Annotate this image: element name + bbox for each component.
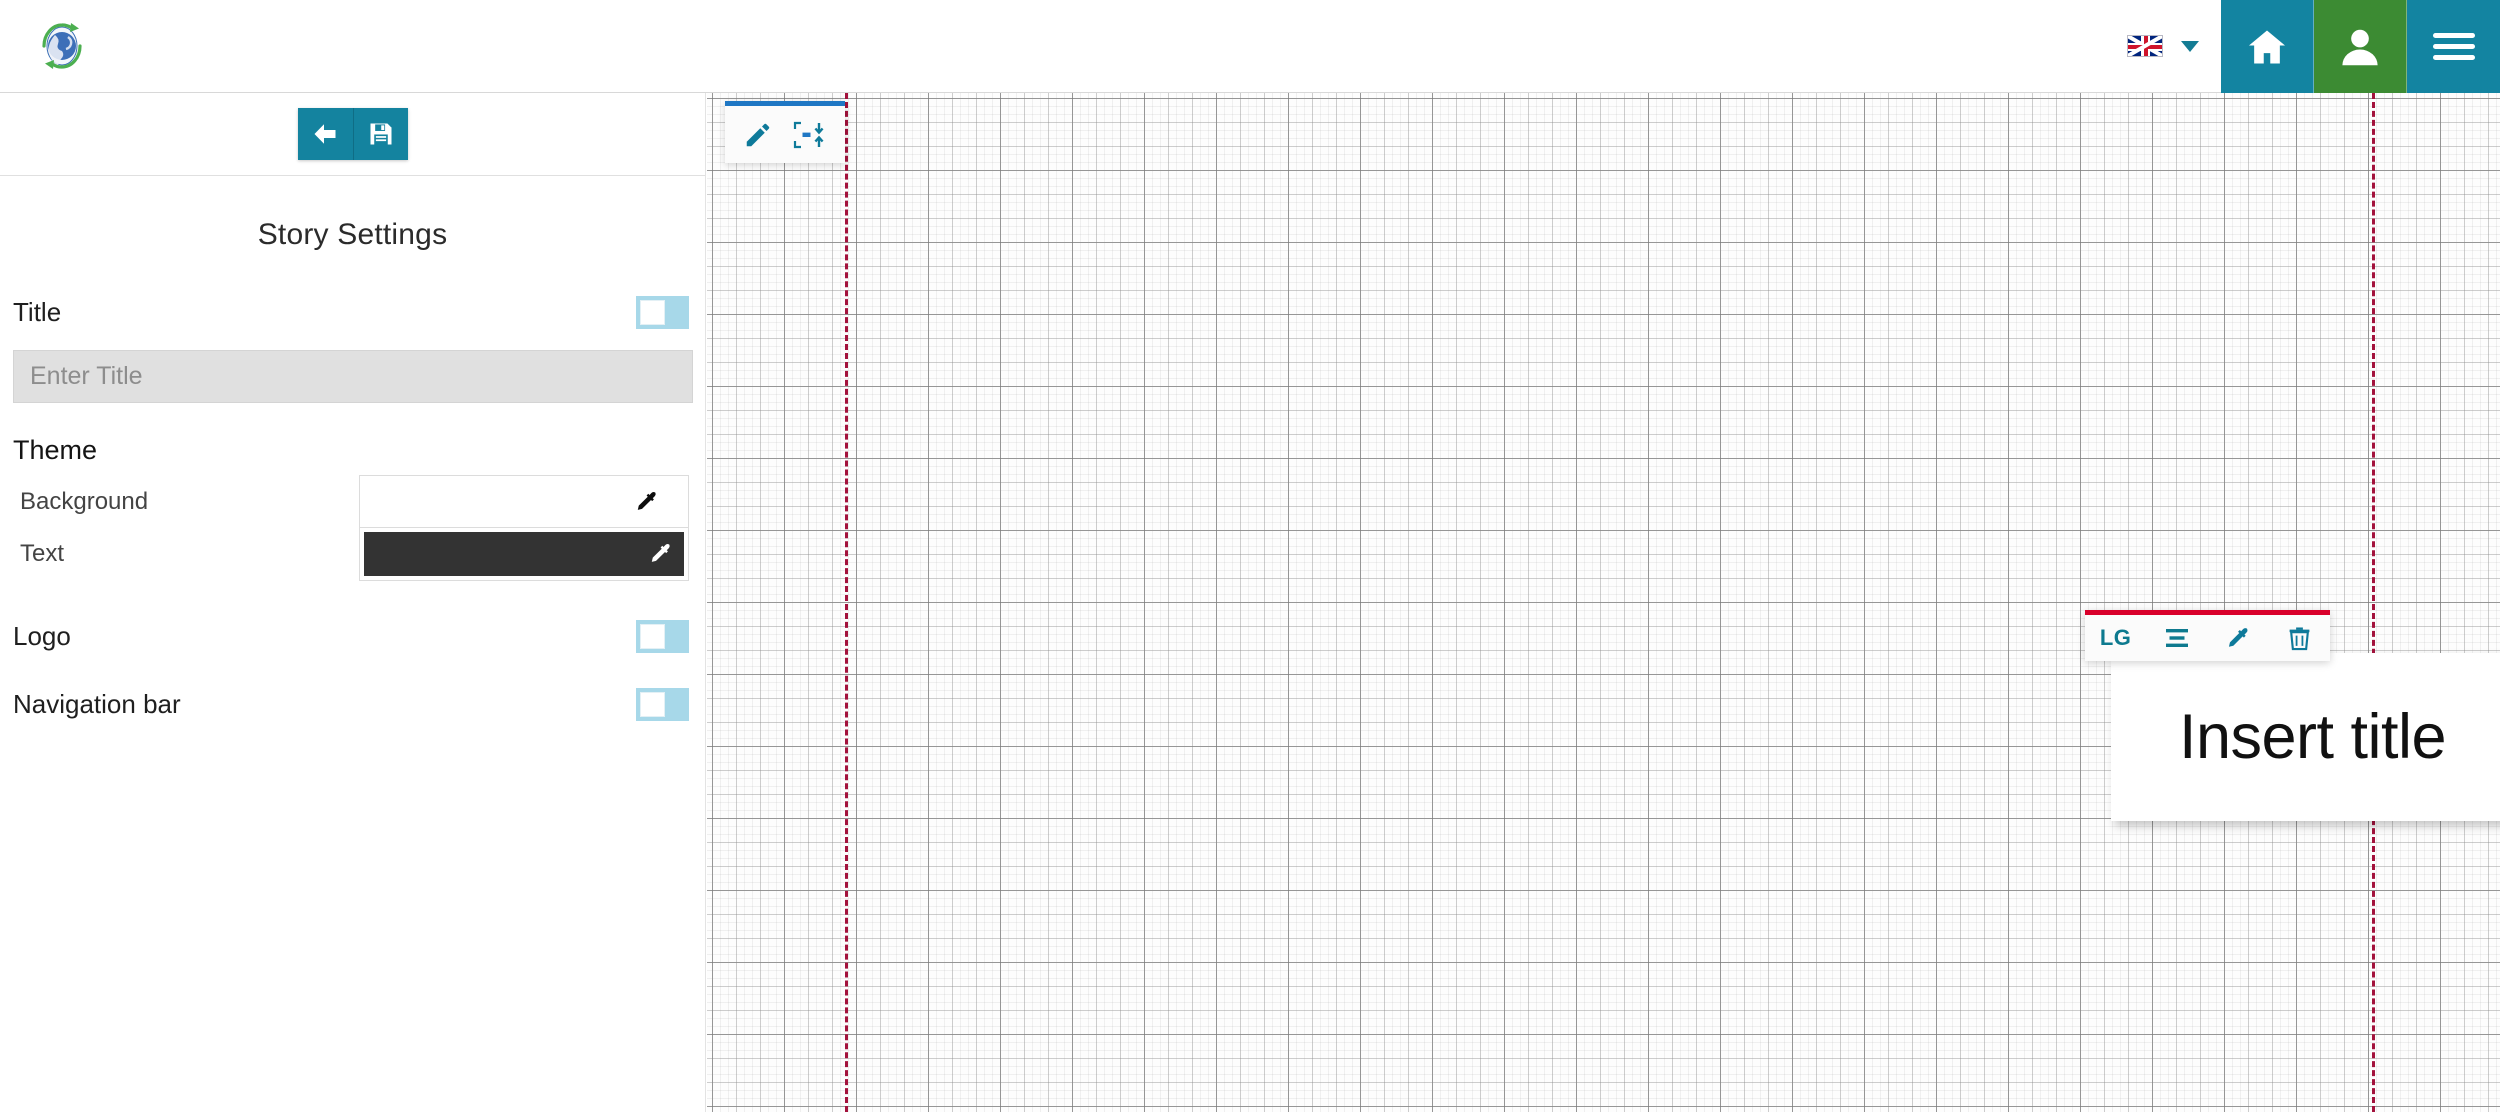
background-color-swatch[interactable] [359,475,689,529]
eyedropper-icon [2228,627,2248,647]
title-input[interactable] [13,350,693,403]
text-label: Text [20,540,65,567]
pencil-edit-icon [746,123,770,146]
navigation-bar-toggle[interactable] [636,687,689,721]
theme-heading: Theme [13,435,98,465]
title-element-text: Insert title [2178,702,2447,772]
toggle-knob [640,691,665,717]
trash-delete-icon [2289,626,2310,650]
logo-field-row: Logo [0,610,705,662]
element-color-button[interactable] [2214,616,2262,660]
story-editor-page: Story Settings Title Theme Background Te… [0,0,2500,1112]
align-center-icon [2165,629,2188,647]
globe-recycle-logo-icon [42,23,82,69]
text-color-fill [364,532,684,576]
canvas-toolbar [725,101,845,163]
story-canvas[interactable]: LG Insert title [707,93,2500,1112]
uk-flag-icon [2127,35,2163,57]
align-button[interactable] [2153,616,2201,660]
guide-line-right [2372,93,2375,1112]
fit-to-content-icon [793,121,824,148]
sidebar-toolbar [0,93,705,176]
back-button[interactable] [297,108,353,160]
navigation-bar-field-row: Navigation bar [0,678,705,730]
brand-logo[interactable] [0,0,110,92]
element-toolbar: LG [2085,610,2330,661]
background-label: Background [20,488,149,515]
floppy-disk-save-icon [370,123,391,145]
delete-element-button[interactable] [2275,616,2323,660]
menu-button[interactable] [2407,0,2500,93]
language-selector[interactable] [2117,0,2221,92]
fit-content-button[interactable] [793,120,827,150]
edit-slide-button[interactable] [743,120,773,150]
hamburger-menu-icon [2432,32,2475,60]
account-button[interactable] [2314,0,2407,93]
sidebar-button-group [297,108,408,160]
logo-label: Logo [13,620,71,651]
chevron-down-icon[interactable] [2181,40,2199,52]
home-button[interactable] [2221,0,2314,93]
text-color-row: Text [0,527,705,581]
story-settings-sidebar: Story Settings Title Theme Background Te… [0,93,706,1112]
title-field-row: Title [0,286,705,338]
eyedropper-icon [651,544,670,562]
title-text-element[interactable]: Insert title [2111,653,2500,821]
save-button[interactable] [352,108,408,160]
header-spacer [110,0,2117,92]
background-color-row: Background [0,475,705,529]
toggle-knob [640,299,665,325]
home-icon [2248,30,2286,63]
top-header [0,0,2500,93]
logo-toggle[interactable] [636,619,689,653]
text-color-swatch[interactable] [359,527,689,581]
navigation-bar-label: Navigation bar [13,688,181,719]
text-size-button[interactable]: LG [2092,616,2140,660]
person-icon [2342,29,2378,65]
arrow-left-icon [314,124,336,144]
title-label: Title [13,296,62,327]
guide-line-left [845,93,848,1112]
toggle-knob [640,623,665,649]
eyedropper-icon [637,492,656,510]
page-title: Story Settings [257,218,448,251]
title-toggle[interactable] [636,295,689,329]
